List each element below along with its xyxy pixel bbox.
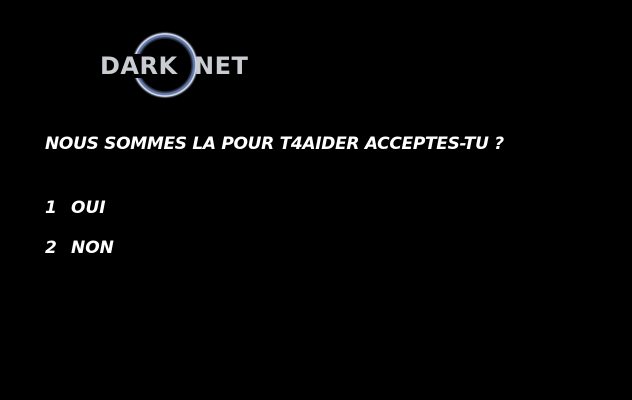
question-text: NOUS SOMMES LA POUR T4AIDER ACCEPTES-TU … (45, 134, 504, 154)
option-label: OUI (71, 198, 106, 218)
options-list: 1 OUI 2 NON (45, 200, 114, 280)
option-oui[interactable]: 1 OUI (45, 200, 114, 240)
logo-text-dark: DARK (100, 52, 178, 80)
logo-text-net: NET (194, 52, 249, 80)
darknet-logo: DARK NET (100, 28, 260, 108)
option-number: 1 (45, 198, 57, 218)
option-number: 2 (45, 238, 57, 258)
option-label: NON (71, 238, 114, 258)
option-non[interactable]: 2 NON (45, 240, 114, 280)
